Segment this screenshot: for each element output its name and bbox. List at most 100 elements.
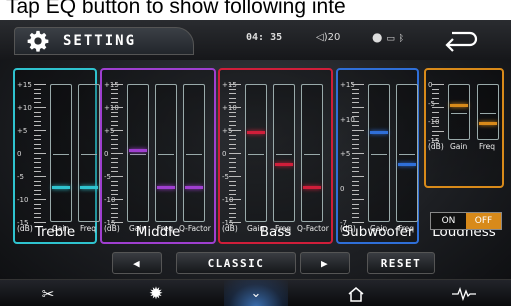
minor-tick <box>352 134 359 136</box>
slider-middle-gain[interactable] <box>127 84 149 222</box>
slider-bass-q-factor[interactable] <box>301 84 323 222</box>
minor-tick <box>432 107 444 109</box>
minor-tick <box>352 162 359 164</box>
minor-tick <box>34 180 41 182</box>
minor-tick <box>352 203 359 205</box>
minor-tick <box>432 130 444 132</box>
minor-tick <box>34 139 41 141</box>
nav-home[interactable] <box>324 280 388 306</box>
slider-bass-gain[interactable] <box>245 84 267 222</box>
scale-label: -5 <box>104 173 111 181</box>
slider-knob[interactable] <box>247 131 265 134</box>
minor-tick <box>111 180 118 182</box>
slider-knob[interactable] <box>275 163 293 167</box>
minor-tick <box>111 139 118 141</box>
minor-tick <box>111 88 118 90</box>
audio-wave-icon <box>452 286 476 301</box>
minor-tick <box>432 93 439 95</box>
eq-panel-subwoofer: +15 +10 +5 0 -7 Gain Freq (dB) Subwoofer <box>336 68 419 244</box>
slider-middle-q-factor[interactable] <box>183 84 205 222</box>
minor-tick <box>229 139 236 141</box>
slider-subwoofer-gain[interactable] <box>368 84 390 222</box>
minor-tick <box>34 212 41 214</box>
minor-tick <box>111 203 118 205</box>
minor-tick <box>229 107 241 108</box>
clock: 04: 35 <box>246 32 283 43</box>
minor-tick <box>34 185 41 187</box>
band-name: Treble <box>34 224 76 240</box>
scale-label: -10 <box>17 196 29 204</box>
triangle-left-icon: ◀ <box>132 256 142 270</box>
next-preset-button[interactable]: ▶ <box>300 252 350 274</box>
loudness-off-option[interactable]: OFF <box>466 213 501 229</box>
slider-loudness-freq[interactable] <box>477 84 499 140</box>
minor-tick <box>432 112 439 113</box>
slider-center-line <box>276 154 292 155</box>
scale-label: -5 <box>17 173 24 181</box>
slider-subwoofer-freq[interactable] <box>396 84 418 222</box>
minor-tick <box>352 130 364 131</box>
eq-panel-bass: +15 +10 +5 0 -5 -10 -15 Gain Freq Q-Factor (dB) Bas… <box>218 68 333 244</box>
slider-center-line <box>248 154 264 155</box>
minor-tick <box>111 212 118 214</box>
slider-knob[interactable] <box>52 186 70 190</box>
minor-tick <box>34 120 41 122</box>
nav-audio[interactable] <box>432 280 496 306</box>
settings-tab[interactable]: SETTING <box>14 27 194 55</box>
gear-icon <box>25 28 51 54</box>
minor-tick <box>111 162 118 164</box>
slider-bass-freq[interactable] <box>273 84 295 222</box>
minor-tick <box>352 116 359 118</box>
minor-tick <box>352 125 359 127</box>
volume-indicator: ◁)20 <box>316 32 340 43</box>
instruction-caption: Tap EQ button to show following inte <box>0 0 511 21</box>
minor-tick <box>432 126 439 127</box>
band-name: Bass <box>259 224 292 240</box>
minor-tick <box>111 102 118 104</box>
minor-tick <box>111 130 123 131</box>
nav-collapse[interactable]: ⌄ <box>224 280 288 306</box>
minor-tick <box>34 166 41 168</box>
minor-tick <box>34 208 41 210</box>
slider-knob[interactable] <box>303 186 321 190</box>
loudness-toggle[interactable]: ON OFF <box>430 212 502 230</box>
slider-treble-gain[interactable] <box>50 84 72 222</box>
slider-treble-freq[interactable] <box>78 84 100 222</box>
scale-label: 0 <box>340 184 345 193</box>
tick-rail <box>34 84 48 223</box>
slider-middle-freq[interactable] <box>155 84 177 222</box>
slider-knob[interactable] <box>80 186 98 190</box>
nav-brightness[interactable]: ✹ <box>124 280 188 306</box>
slider-knob[interactable] <box>479 122 497 126</box>
minor-tick <box>111 120 118 122</box>
loudness-on-option[interactable]: ON <box>431 213 466 229</box>
slider-knob[interactable] <box>370 131 388 134</box>
speaker-icon: ◁) <box>316 32 328 43</box>
brightness-icon: ✹ <box>148 283 164 304</box>
nav-tools[interactable]: ✂ <box>16 280 80 306</box>
slider-center-line <box>53 154 69 155</box>
minor-tick <box>229 84 241 85</box>
reset-button[interactable]: RESET <box>367 252 435 274</box>
slider-knob[interactable] <box>398 163 416 167</box>
back-button[interactable] <box>440 24 480 54</box>
minor-tick <box>229 194 236 196</box>
minor-tick <box>229 212 236 214</box>
minor-tick <box>34 176 46 177</box>
slider-knob[interactable] <box>129 149 147 153</box>
prev-preset-button[interactable]: ◀ <box>112 252 162 274</box>
scale-label: -5 <box>222 173 229 181</box>
minor-tick <box>111 84 123 85</box>
preset-name[interactable]: CLASSIC <box>176 252 296 274</box>
minor-tick <box>352 107 364 108</box>
slider-center-line <box>399 154 415 155</box>
minor-tick <box>229 93 236 95</box>
minor-tick <box>352 217 359 219</box>
home-icon <box>348 286 364 302</box>
scale-label: 0 <box>222 150 227 158</box>
slider-knob[interactable] <box>157 186 175 190</box>
slider-loudness-gain[interactable] <box>448 84 470 140</box>
slider-knob[interactable] <box>185 186 203 190</box>
slider-center-line <box>480 113 496 114</box>
slider-knob[interactable] <box>450 103 468 107</box>
